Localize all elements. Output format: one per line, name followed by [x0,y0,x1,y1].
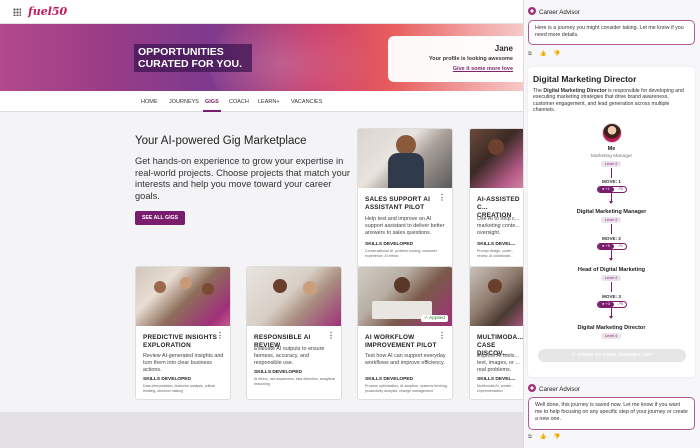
gig-image [136,267,230,326]
journey-title: Digital Marketing Director [533,74,637,84]
message-feedback-icons[interactable]: ⧉ 👍 👎 [528,51,564,58]
page-title: Your AI-powered Gig Marketplace [135,135,307,147]
level-badge: Level 4 [601,275,621,281]
gig-description: Explore AI tools... text, images, or ...… [477,353,520,373]
more-options-icon[interactable]: ⋮ [438,331,446,340]
move-label: MOVE: 1 [602,179,621,184]
more-options-icon[interactable]: ⋮ [327,331,335,340]
tab-vacancies[interactable]: VACANCIES [291,99,322,105]
gig-description: Use AI to help c... marketing conte... o… [477,216,520,236]
skills-list: Conversational AI, problem solving, cust… [365,249,438,258]
gig-image [470,267,528,326]
more-options-icon[interactable]: ⋮ [438,193,446,202]
skills-list: Data interpretation, business analysis, … [143,384,215,393]
gig-card[interactable]: MULTIMODA... CASE DISCOV... Explore AI t… [469,266,529,400]
down-arrow-icon [609,201,613,204]
advisor-header: Career Advisor [528,384,580,393]
journey-me-label: Me [607,146,616,152]
skills-heading: SKILLS DEVELOPED [143,377,191,382]
gig-card[interactable]: PREDICTIVE INSIGHTS EXPLORATION ⋮ Review… [135,266,231,400]
gig-title: PREDICTIVE INSIGHTS EXPLORATION [143,334,218,349]
journey-connector [611,168,612,178]
gig-description: Help test and improve an AI support assi… [365,216,445,236]
journey-description: The Digital Marketing Director is respon… [533,88,684,114]
gig-description: Evaluate AI outputs to ensure fairness, … [254,346,325,366]
skills-heading: SKILLS DEVEL... [477,242,516,247]
profile-link[interactable]: Give it some more love [453,66,513,72]
journey-card: Digital Marketing Director The Digital M… [528,67,695,377]
gig-image [470,129,528,188]
app-grid-icon[interactable] [13,8,21,16]
profile-status: Your profile is looking awesome [429,56,513,62]
hero-banner: OPPORTUNITIES CURATED FOR YOU. Jane Your… [0,24,523,91]
journey-step-name: Digital Marketing Manager [576,209,647,215]
gig-image [358,129,452,188]
level-badge: Level 4 [601,217,621,223]
message-feedback-icons[interactable]: ⧉ 👍 👎 [528,434,564,441]
skills-list: Multimodal AI, creativ... experimentatio… [477,384,514,393]
hero-title: OPPORTUNITIES CURATED FOR YOU. [134,44,252,72]
main-content: Your AI-powered Gig Marketplace Get hand… [0,112,529,412]
skills-heading: SKILLS DEVELOPED [365,377,413,382]
level-badge: Level 4 [601,161,621,167]
gig-description: Review AI-generated insights and turn th… [143,353,224,373]
gig-image: ✓ Applied [358,267,452,326]
journey-step-name: Digital Marketing Director [577,325,646,331]
journey-connector [611,282,612,292]
career-advisor-panel: Career Advisor Here is a journey you mig… [523,0,700,448]
journey-step-name: Head of Digital Marketing [577,267,646,273]
profile-card: Jane Your profile is looking awesome Giv… [388,36,523,82]
profile-name: Jane [494,44,513,53]
level-badge: Level 4 [601,333,621,339]
skills-heading: SKILLS DEVELOPED [254,370,302,375]
move-toggle[interactable]: ● +3 ↗5 [597,301,627,308]
avatar [602,123,622,143]
gig-title: SALES SUPPORT AI ASSISTANT PILOT [365,196,431,211]
skills-heading: SKILLS DEVEL... [477,377,516,382]
down-arrow-icon [609,258,613,261]
gig-card[interactable]: SALES SUPPORT AI ASSISTANT PILOT ⋮ Help … [357,128,453,270]
main-nav: HOME JOURNEYS GIGS COACH LEARN+ VACANCIE… [0,91,523,112]
skills-list: Process optimization, AI adoption, syste… [365,384,448,393]
skills-list: AI ethics, risk awareness, bias detectio… [254,377,335,386]
tab-coach[interactable]: COACH [229,99,249,105]
tab-journeys[interactable]: JOURNEYS [169,99,199,105]
advisor-message: Well done, this journey is saved now. Le… [528,397,695,430]
logo[interactable]: fuel50 [28,5,67,18]
tab-gigs[interactable]: GIGS [205,99,219,105]
skills-heading: SKILLS DEVELOPED [365,242,413,247]
move-label: MOVE: 2 [602,236,621,241]
skills-list: Prompt design, conte... review, AI colla… [477,249,514,258]
career-advisor-icon [528,384,536,392]
see-all-gigs-button[interactable]: SEE ALL GIGS [135,211,185,225]
advisor-header: Career Advisor [528,7,580,16]
tab-learn[interactable]: LEARN+ [258,99,280,105]
career-advisor-icon [528,7,536,15]
more-options-icon[interactable]: ⋮ [216,331,224,340]
gig-card[interactable]: ✓ Applied AI WORKFLOW IMPROVEMENT PILOT … [357,266,453,400]
gig-title: AI WORKFLOW IMPROVEMENT PILOT [365,334,437,349]
advisor-label: Career Advisor [539,386,580,393]
saved-to-journey-button[interactable]: ✓ SAVED TO YOUR JOURNEY LIST [538,349,686,362]
gig-card[interactable]: RESPONSIBLE AI REVIEW ⋮ Evaluate AI outp… [246,266,342,400]
advisor-message: Here is a journey you might consider tak… [528,20,695,45]
footer-strip [0,412,523,448]
gig-image [247,267,341,326]
journey-me-role: Marketing Manager [590,154,633,159]
gig-description: Test how AI can support everyday workflo… [365,353,446,366]
advisor-label: Career Advisor [539,9,580,16]
applied-badge: ✓ Applied [420,315,448,322]
move-label: MOVE: 3 [602,294,621,299]
tab-home[interactable]: HOME [141,99,158,105]
journey-connector [611,224,612,234]
intro-text: Get hands-on experience to grow your exp… [135,156,350,201]
gig-card[interactable]: AI-ASSISTED C... CREATION Use AI to help… [469,128,529,270]
move-toggle[interactable]: ● +5 ↗1 [597,243,627,250]
move-toggle[interactable]: ● +1 ↗5 [597,186,627,193]
down-arrow-icon [609,316,613,319]
